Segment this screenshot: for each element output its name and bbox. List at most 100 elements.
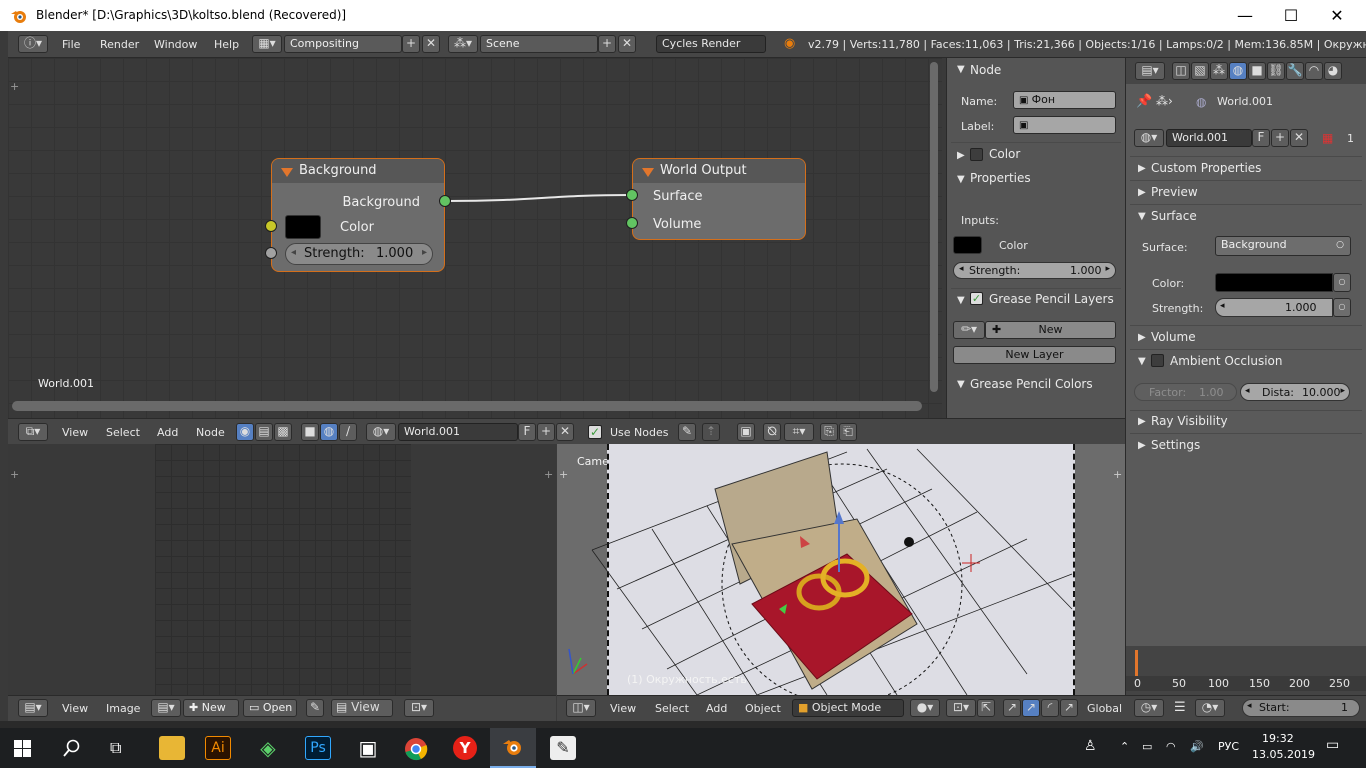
mode-select[interactable]: ■ Object Mode — [792, 699, 904, 717]
file-explorer-icon[interactable] — [159, 736, 185, 760]
volume-icon[interactable]: 🔊 — [1190, 740, 1204, 753]
illustrator-icon[interactable]: Ai — [205, 736, 231, 760]
ao-distance-field[interactable]: ◂ Dista: 10.000 ▸ — [1240, 383, 1350, 401]
battery-icon[interactable]: ▭ — [1142, 740, 1152, 753]
properties-editor-type-icon[interactable]: ▤▾ — [1135, 62, 1165, 80]
ray-visibility-title[interactable]: Ray Visibility — [1151, 414, 1228, 428]
language-indicator[interactable]: РУС — [1218, 740, 1239, 753]
menu-help[interactable]: Help — [214, 38, 239, 51]
zbrush-icon[interactable]: ✎ — [550, 736, 576, 760]
scene-tab-icon[interactable]: ⁂ — [1210, 62, 1228, 80]
fake-user-props-button[interactable]: F — [1252, 129, 1270, 147]
ao-section-title[interactable]: Ambient Occlusion — [1170, 354, 1282, 368]
decrease-arrow-icon[interactable]: ◂ — [1245, 386, 1250, 396]
color-socket-icon[interactable]: ○ — [1333, 273, 1351, 292]
scale-manipulator-icon[interactable]: ◜ — [1041, 699, 1059, 717]
render-tab-icon[interactable]: ◫ — [1172, 62, 1190, 80]
utorrent-icon[interactable]: ◈ — [255, 736, 281, 760]
shader-nodes-icon[interactable]: ◉ — [236, 423, 254, 441]
menu-window[interactable]: Window — [154, 38, 197, 51]
viewport-menu-select[interactable]: Select — [655, 702, 689, 715]
texture-nodes-icon[interactable]: ▩ — [274, 423, 292, 441]
world-shader-icon[interactable]: ◍ — [320, 423, 338, 441]
3d-viewport[interactable]: + + Camera Persp (1) Окружность.есть — [557, 444, 1125, 695]
viewport-menu-object[interactable]: Object — [745, 702, 781, 715]
new-image-button[interactable]: ✚ New — [183, 699, 239, 717]
strength-slider[interactable]: ◂ Strength: 1.000 ▸ — [285, 243, 433, 265]
pivot-icon[interactable]: ⊡▾ — [404, 699, 434, 717]
ao-expand-icon[interactable]: ▼ — [1138, 356, 1146, 367]
world-browse-props-icon[interactable]: ◍▾ — [1134, 129, 1164, 147]
rotate-manipulator-icon[interactable]: ↗ — [1022, 699, 1040, 717]
timeline[interactable]: 0 50 100 150 200 250 — [1125, 646, 1366, 695]
action-center-icon[interactable]: ▭ — [1326, 737, 1339, 753]
world-tab-icon[interactable]: ◍ — [1229, 62, 1247, 80]
fake-user-button[interactable]: F — [518, 423, 536, 441]
constraints-tab-icon[interactable]: ⛓ — [1267, 62, 1285, 80]
object-shader-icon[interactable]: ■ — [301, 423, 319, 441]
shading-mode-icon[interactable]: ●▾ — [910, 699, 940, 717]
transform-orientation-icon[interactable]: ↗ — [1060, 699, 1078, 717]
increase-arrow-icon[interactable]: ▸ — [1105, 264, 1110, 274]
node-panel-expand-icon[interactable]: ▼ — [957, 64, 965, 75]
add-area-icon[interactable]: + — [544, 468, 553, 481]
pin-icon[interactable]: ✎ — [678, 423, 696, 441]
modifiers-tab-icon[interactable]: 🔧 — [1286, 62, 1304, 80]
remove-scene-icon[interactable]: ✕ — [618, 35, 636, 53]
settings-title[interactable]: Settings — [1151, 438, 1200, 452]
network-icon[interactable]: ◠ — [1166, 740, 1176, 753]
props-color-swatch[interactable] — [1215, 273, 1333, 292]
timeline-editor-type-icon[interactable]: ◷▾ — [1134, 699, 1164, 717]
volume-input-socket[interactable] — [626, 217, 638, 229]
view-mode-select[interactable]: ▤ View — [331, 699, 393, 717]
new-world-icon[interactable]: + — [537, 423, 555, 441]
new-world-props-icon[interactable]: + — [1271, 129, 1289, 147]
image-browse-icon[interactable]: ▤▾ — [151, 699, 181, 717]
windows-start-icon[interactable] — [14, 740, 31, 757]
image-menu-view[interactable]: View — [62, 702, 88, 715]
open-image-button[interactable]: ▭ Open — [243, 699, 297, 717]
yandex-browser-icon[interactable]: Y — [453, 736, 477, 760]
node-label-field[interactable]: ▣ — [1013, 116, 1116, 134]
node-menu-view[interactable]: View — [62, 426, 88, 439]
image-editor[interactable]: + + — [8, 444, 556, 695]
snap-icon[interactable]: ⦰ — [763, 423, 781, 441]
menu-file[interactable]: File — [62, 38, 80, 51]
viewport-editor-type-icon[interactable]: ◫▾ — [566, 699, 596, 717]
color-panel-checkbox[interactable] — [970, 148, 983, 161]
gp-layers-checkbox[interactable]: ✓ — [970, 292, 983, 305]
background-node-header[interactable]: Background — [272, 159, 444, 183]
snap-mode-icon[interactable]: ⌗▾ — [784, 423, 814, 441]
custom-properties-title[interactable]: Custom Properties — [1151, 161, 1261, 175]
viewport-menu-add[interactable]: Add — [706, 702, 727, 715]
linestyle-shader-icon[interactable]: ∕ — [339, 423, 357, 441]
volume-section-title[interactable]: Volume — [1151, 330, 1196, 344]
strength-slider-sidebar[interactable]: ◂ Strength: 1.000 ▸ — [953, 262, 1116, 279]
ao-factor-field[interactable]: Factor: 1.00 — [1134, 383, 1237, 401]
blender-taskbar-item[interactable] — [490, 728, 536, 768]
surface-section-title[interactable]: Surface — [1151, 209, 1197, 223]
preview-title[interactable]: Preview — [1151, 185, 1198, 199]
scene-icon[interactable]: ⁂▾ — [448, 35, 478, 53]
pivot-point-icon[interactable]: ⊡▾ — [946, 699, 976, 717]
increase-arrow-icon[interactable]: ▸ — [422, 247, 427, 258]
custom-props-expand-icon[interactable]: ▶ — [1138, 163, 1146, 174]
task-view-icon[interactable]: ⧉ — [110, 738, 121, 758]
node-menu-node[interactable]: Node — [196, 426, 225, 439]
clock-date[interactable]: 13.05.2019 — [1252, 748, 1315, 761]
color-swatch-sidebar[interactable] — [953, 236, 982, 254]
remove-screen-icon[interactable]: ✕ — [422, 35, 440, 53]
copy-nodes-icon[interactable]: ⎘ — [820, 423, 838, 441]
decrease-arrow-icon[interactable]: ◂ — [1220, 301, 1225, 311]
keying-set-icon[interactable]: ◔▾ — [1195, 699, 1225, 717]
strength-input-socket[interactable] — [265, 247, 277, 259]
image-editor-type-icon[interactable]: ▤▾ — [18, 699, 48, 717]
manipulator-toggle-icon[interactable]: ⇱ — [977, 699, 995, 717]
background-output-socket[interactable] — [439, 195, 451, 207]
render-engine-select[interactable]: Cycles Render — [656, 35, 766, 53]
use-nodes-checkbox[interactable]: ✓ — [588, 425, 602, 439]
gp-layers-expand-icon[interactable]: ▼ — [957, 295, 965, 306]
volume-expand-icon[interactable]: ▶ — [1138, 332, 1146, 343]
vertical-scrollbar[interactable] — [930, 62, 938, 392]
image-pin-icon[interactable]: ✎ — [306, 699, 324, 717]
